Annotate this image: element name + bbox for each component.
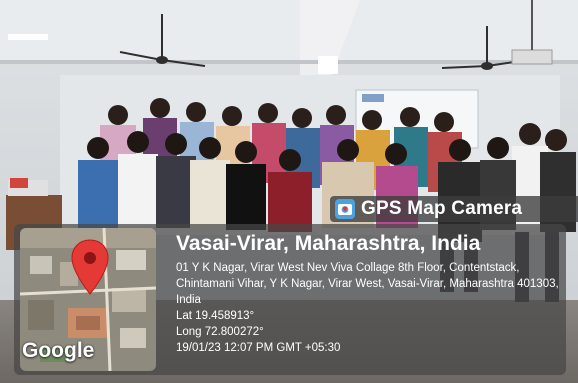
longitude-text: Long 72.800272° — [176, 326, 264, 338]
datetime-text: 19/01/23 12:07 PM GMT +05:30 — [176, 342, 341, 354]
gps-camera-badge: GPS Map Camera — [330, 196, 578, 222]
latitude-text: Lat 19.458913° — [176, 310, 255, 322]
photo-frame: GPS Map Camera Google Vasai-Virar, Mahar… — [0, 0, 578, 383]
place-name: Vasai-Virar, Maharashtra, India — [176, 232, 481, 255]
location-info: Vasai-Virar, Maharashtra, India 01 Y K N… — [176, 232, 561, 356]
gps-camera-icon — [335, 199, 355, 219]
address-text: 01 Y K Nagar, Virar West Nev Viva Collag… — [176, 262, 559, 306]
badge-label: GPS Map Camera — [361, 198, 523, 219]
google-logo: Google — [22, 339, 95, 362]
map-pin-icon — [71, 239, 109, 295]
